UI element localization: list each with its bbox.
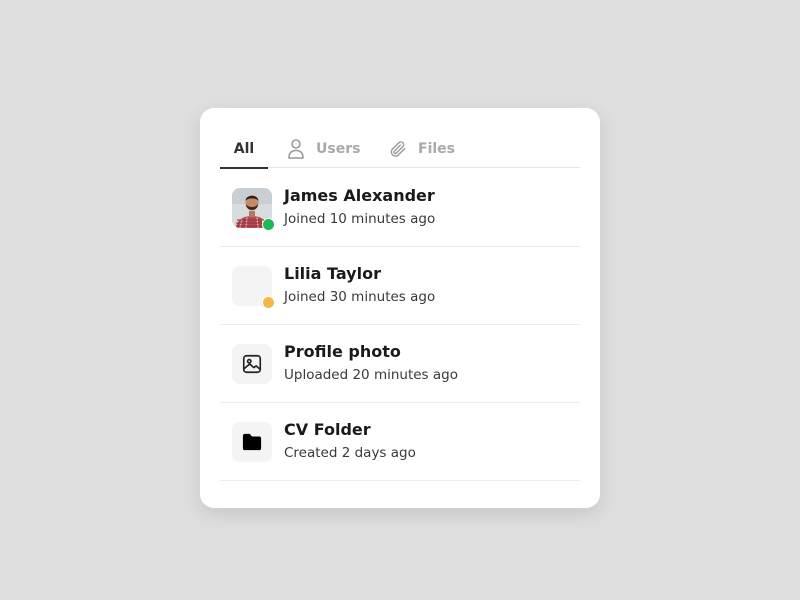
list-item-james-alexander[interactable]: James Alexander Joined 10 minutes ago (220, 169, 580, 247)
user-icon (286, 138, 306, 160)
avatar-placeholder (232, 266, 275, 309)
folder-icon (241, 432, 263, 452)
filter-tabs: All Users Files (220, 130, 580, 169)
paperclip-icon (388, 138, 408, 160)
tab-files-label: Files (418, 141, 455, 157)
tab-users-label: Users (316, 141, 361, 157)
item-subtitle: Created 2 days ago (284, 445, 416, 461)
item-subtitle: Uploaded 20 minutes ago (284, 367, 458, 383)
folder-thumb (232, 422, 272, 462)
tab-files[interactable]: Files (388, 130, 455, 168)
tab-users[interactable]: Users (286, 130, 360, 168)
item-title: Profile photo (284, 342, 401, 361)
status-online-dot (262, 218, 275, 231)
list-item-profile-photo[interactable]: Profile photo Uploaded 20 minutes ago (220, 325, 580, 403)
item-title: CV Folder (284, 420, 371, 439)
list-item-cv-folder[interactable]: CV Folder Created 2 days ago (220, 403, 580, 481)
tab-all[interactable]: All (220, 130, 268, 169)
image-icon (241, 353, 263, 375)
item-title: Lilia Taylor (284, 264, 381, 283)
tab-all-label: All (233, 141, 255, 157)
file-thumb (232, 344, 272, 384)
search-results-card: All Users Files James Alexander Joined 1… (200, 108, 600, 508)
avatar (232, 188, 275, 231)
results-list: James Alexander Joined 10 minutes ago Li… (220, 169, 580, 481)
list-item-lilia-taylor[interactable]: Lilia Taylor Joined 30 minutes ago (220, 247, 580, 325)
item-subtitle: Joined 30 minutes ago (284, 289, 436, 305)
status-away-dot (262, 296, 275, 309)
item-subtitle: Joined 10 minutes ago (284, 211, 436, 227)
item-title: James Alexander (284, 186, 435, 205)
